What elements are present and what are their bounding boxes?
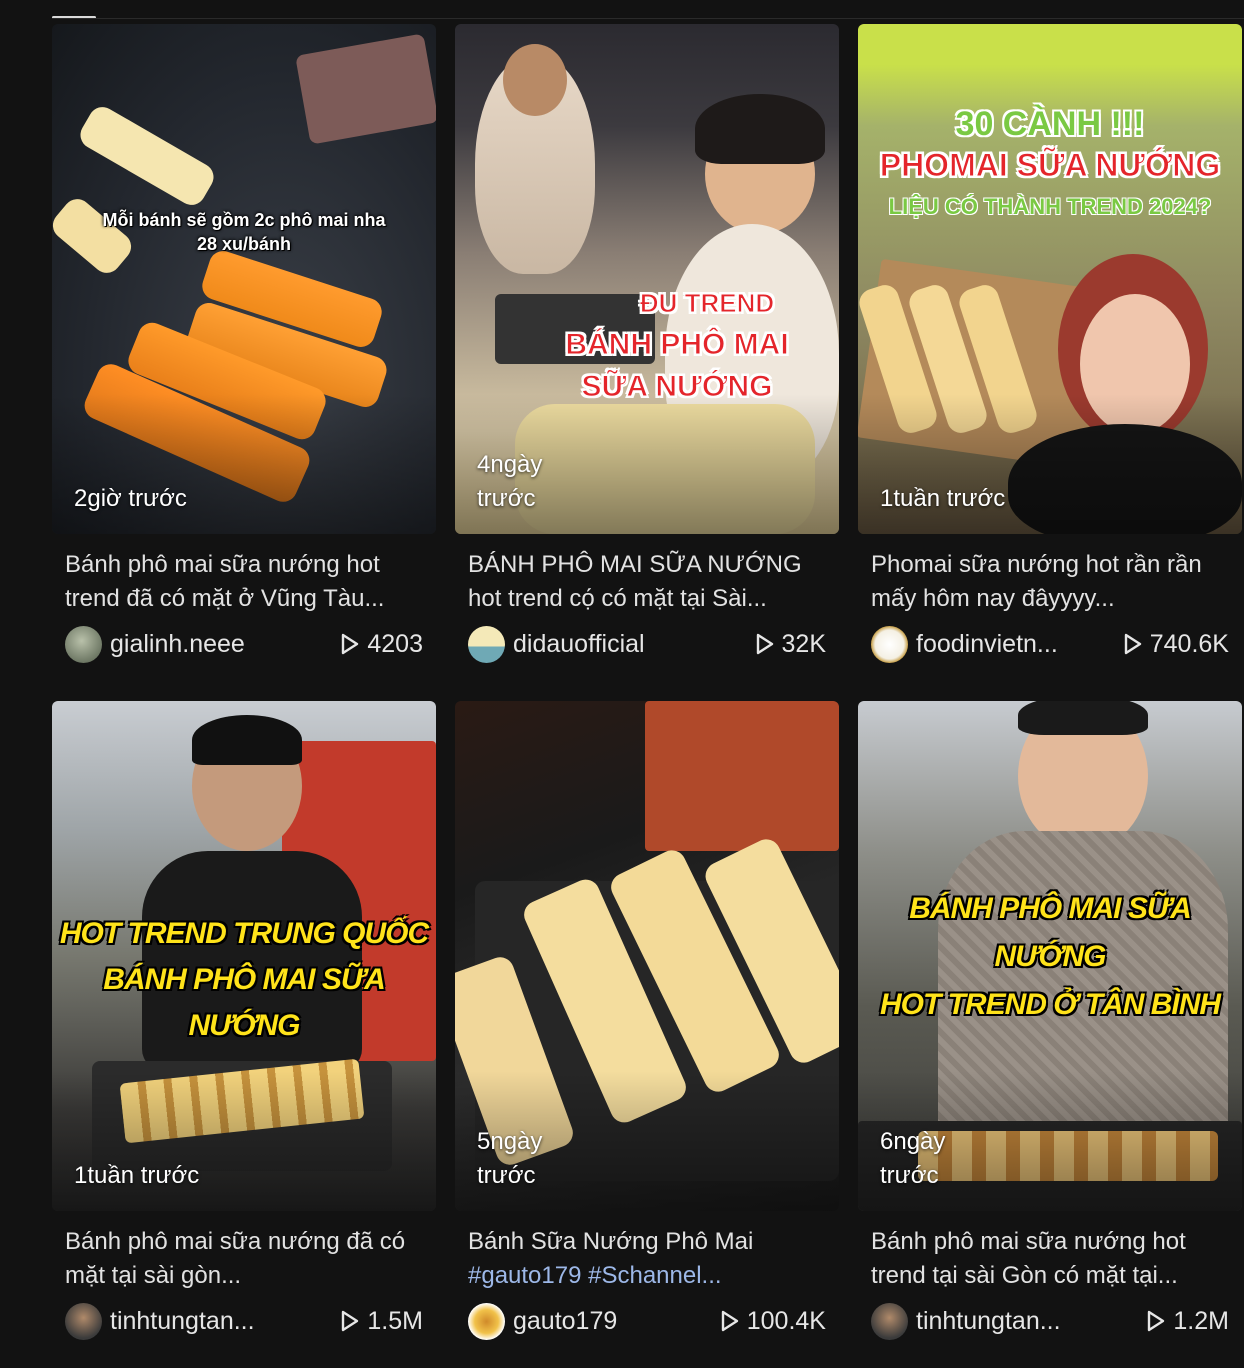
play-icon: [342, 1310, 359, 1332]
video-thumbnail[interactable]: BÁNH PHÔ MAI SỮA NƯỚNG HOT TREND Ở TÂN B…: [858, 701, 1242, 1211]
author-name: gialinh.neee: [110, 629, 245, 658]
author-link[interactable]: foodinvietn...: [871, 625, 1058, 663]
thumbnail-caption: HOT TREND TRUNG QUỐC BÁNH PHÔ MAI SỮA NƯ…: [59, 917, 429, 1042]
view-count: 1.2M: [1147, 1307, 1229, 1336]
thumbnail-caption: PHOMAI SỮA NƯỚNG: [879, 147, 1221, 184]
author-name: gauto179: [513, 1306, 618, 1335]
video-card[interactable]: Mỗi bánh sẽ gồm 2c phô mai nha 28 xu/bán…: [52, 24, 436, 701]
time-ago: 6ngày trước: [880, 1128, 946, 1189]
video-title[interactable]: Phomai sữa nướng hot rần rần mấy hôm nay…: [858, 548, 1242, 616]
avatar: [468, 1302, 505, 1340]
author-link[interactable]: gauto179: [468, 1302, 618, 1340]
time-ago: 1tuần trước: [74, 1162, 200, 1189]
play-icon: [342, 633, 359, 655]
avatar: [65, 625, 102, 663]
divider: [52, 18, 1244, 19]
video-meta: foodinvietn... 740.6K: [858, 624, 1242, 664]
video-title[interactable]: BÁNH PHÔ MAI SỮA NƯỚNG hot trend cọ́ có …: [455, 548, 839, 616]
view-count: 100.4K: [721, 1307, 826, 1336]
avatar: [468, 625, 505, 663]
video-meta: gauto179 100.4K: [455, 1301, 839, 1341]
video-card[interactable]: BÁNH PHÔ MAI SỮA NƯỚNG HOT TREND Ở TÂN B…: [858, 701, 1242, 1368]
view-count: 4203: [341, 630, 423, 659]
time-ago: 5ngày trước: [477, 1128, 543, 1189]
video-title[interactable]: Bánh phô mai sữa nướng hot trend tại sài…: [858, 1225, 1242, 1293]
video-meta: gialinh.neee 4203: [52, 624, 436, 664]
play-icon: [1148, 1310, 1165, 1332]
hashtag-link[interactable]: #gauto179 #Schannel...: [468, 1259, 826, 1293]
thumbnail-caption-top: 30 CÀNH !!!: [955, 105, 1145, 143]
author-name: didauofficial: [513, 629, 645, 658]
video-grid: Mỗi bánh sẽ gồm 2c phô mai nha 28 xu/bán…: [52, 24, 1242, 1368]
avatar: [65, 1302, 102, 1340]
thumbnail-caption: Mỗi bánh sẽ gồm 2c phô mai nha 28 xu/bán…: [102, 210, 386, 254]
video-card[interactable]: ĐU TREND BÁNH PHÔ MAI SỮA NƯỚNG 4ngày tr…: [455, 24, 839, 701]
author-name: tinhtungtan...: [916, 1306, 1061, 1335]
time-ago: 4ngày trước: [477, 451, 543, 512]
author-name: tinhtungtan...: [110, 1306, 255, 1335]
play-icon: [756, 633, 773, 655]
time-ago: 2giờ trước: [74, 485, 187, 512]
video-card[interactable]: HOT TREND TRUNG QUỐC BÁNH PHÔ MAI SỮA NƯ…: [52, 701, 436, 1368]
video-thumbnail[interactable]: HOT TREND TRUNG QUỐC BÁNH PHÔ MAI SỮA NƯ…: [52, 701, 436, 1211]
video-thumbnail[interactable]: 30 CÀNH !!! PHOMAI SỮA NƯỚNG LIỆU CÓ THÀ…: [858, 24, 1242, 534]
view-count: 1.5M: [341, 1307, 423, 1336]
view-count: 32K: [756, 630, 826, 659]
video-thumbnail[interactable]: ĐU TREND BÁNH PHÔ MAI SỮA NƯỚNG 4ngày tr…: [455, 24, 839, 534]
avatar: [871, 625, 908, 663]
video-title[interactable]: Bánh Sữa Nướng Phô Mai #gauto179 #Schann…: [455, 1225, 839, 1293]
video-title[interactable]: Bánh phô mai sữa nướng hot trend đã có m…: [52, 548, 436, 616]
video-card[interactable]: 5ngày trước Bánh Sữa Nướng Phô Mai #gaut…: [455, 701, 839, 1368]
play-icon: [1124, 633, 1141, 655]
author-link[interactable]: didauofficial: [468, 625, 645, 663]
author-name: foodinvietn...: [916, 629, 1058, 658]
video-meta: tinhtungtan... 1.5M: [52, 1301, 436, 1341]
avatar: [871, 1302, 908, 1340]
view-count: 740.6K: [1124, 630, 1229, 659]
video-meta: didauofficial 32K: [455, 624, 839, 664]
author-link[interactable]: tinhtungtan...: [871, 1302, 1061, 1340]
video-title[interactable]: Bánh phô mai sữa nướng đã có mặt tại sài…: [52, 1225, 436, 1293]
video-meta: tinhtungtan... 1.2M: [858, 1301, 1242, 1341]
time-ago: 1tuần trước: [880, 485, 1006, 512]
video-card[interactable]: 30 CÀNH !!! PHOMAI SỮA NƯỚNG LIỆU CÓ THÀ…: [858, 24, 1242, 701]
video-thumbnail[interactable]: 5ngày trước: [455, 701, 839, 1211]
thumbnail-caption-bottom: LIỆU CÓ THÀNH TREND 2024?: [888, 194, 1212, 219]
play-icon: [721, 1310, 738, 1332]
video-thumbnail[interactable]: Mỗi bánh sẽ gồm 2c phô mai nha 28 xu/bán…: [52, 24, 436, 534]
thumbnail-caption-top: ĐU TREND: [639, 288, 775, 319]
author-link[interactable]: tinhtungtan...: [65, 1302, 255, 1340]
author-link[interactable]: gialinh.neee: [65, 625, 245, 663]
thumbnail-caption: BÁNH PHÔ MAI SỮA NƯỚNG HOT TREND Ở TÂN B…: [879, 892, 1221, 1021]
